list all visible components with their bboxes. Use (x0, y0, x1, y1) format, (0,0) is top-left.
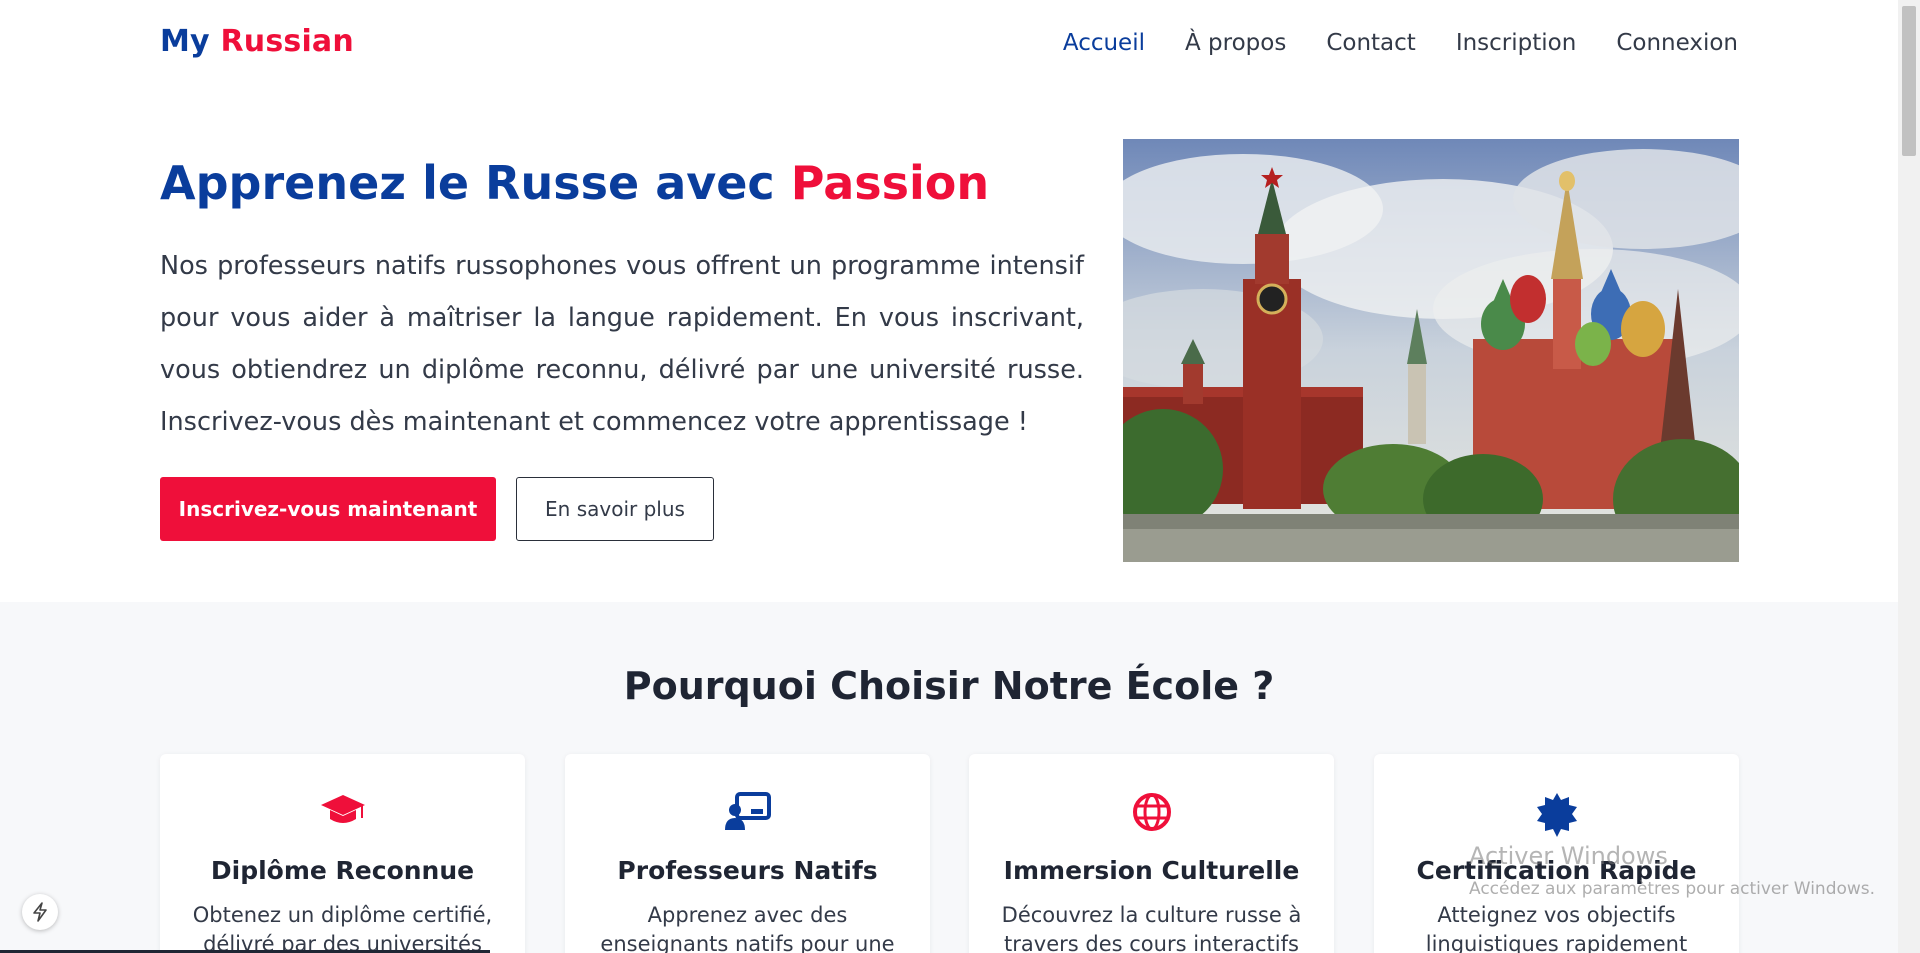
lightning-icon (33, 902, 47, 922)
feature-title: Diplôme Reconnue (210, 856, 475, 885)
moscow-kremlin-image (1123, 139, 1739, 562)
scrollbar-thumb[interactable] (1902, 6, 1916, 156)
windows-activation-title: Activer Windows (1469, 842, 1668, 870)
feature-card-diploma: Diplôme Reconnue Obtenez un diplôme cert… (160, 754, 525, 953)
globe-icon (969, 792, 1334, 832)
learn-more-button[interactable]: En savoir plus (516, 477, 714, 541)
teacher-icon (565, 792, 930, 832)
nav-accueil[interactable]: Accueil (1063, 30, 1145, 56)
feature-card-culture: Immersion Culturelle Découvrez la cultur… (969, 754, 1334, 953)
main-nav: Accueil À propos Contact Inscription Con… (1063, 30, 1738, 56)
navbar: My Russian Accueil À propos Contact Insc… (0, 0, 1898, 90)
feature-card-teachers: Professeurs Natifs Apprenez avec des ens… (565, 754, 930, 953)
feature-text: Découvrez la culture russe à travers des… (1001, 903, 1302, 953)
vertical-scrollbar[interactable] (1898, 0, 1920, 953)
nav-connexion[interactable]: Connexion (1616, 30, 1738, 56)
features-title: Pourquoi Choisir Notre École ? (623, 664, 1275, 708)
hero-title: Apprenez le Russe avec Passion (160, 156, 989, 210)
feature-text: Obtenez un diplôme certifié, délivré par… (192, 903, 493, 953)
graduation-cap-icon (160, 792, 525, 828)
windows-activation-text: Accédez aux paramètres pour activer Wind… (1469, 879, 1876, 899)
hero-title-main: Apprenez le Russe avec (160, 156, 775, 210)
feature-text: Atteignez vos objectifs linguistiques ra… (1425, 903, 1688, 953)
hero-section: Apprenez le Russe avec Passion Nos profe… (0, 90, 1898, 602)
register-now-button[interactable]: Inscrivez-vous maintenant (160, 477, 496, 541)
brand-logo[interactable]: My Russian (160, 24, 354, 59)
floating-action-button[interactable] (22, 894, 58, 930)
hero-description: Nos professeurs natifs russophones vous … (160, 251, 1084, 437)
brand-part-1: My (160, 24, 210, 59)
nav-inscription[interactable]: Inscription (1456, 30, 1577, 56)
hero-title-accent: Passion (790, 156, 990, 210)
nav-contact[interactable]: Contact (1326, 30, 1415, 56)
certificate-icon (1374, 792, 1739, 838)
feature-text: Apprenez avec des enseignants natifs pou… (600, 903, 895, 953)
brand-part-2: Russian (220, 24, 354, 59)
features-section: Pourquoi Choisir Notre École ? Diplôme R… (0, 602, 1898, 953)
feature-title: Professeurs Natifs (617, 856, 878, 885)
feature-title: Immersion Culturelle (1003, 856, 1300, 885)
nav-a-propos[interactable]: À propos (1185, 30, 1286, 56)
